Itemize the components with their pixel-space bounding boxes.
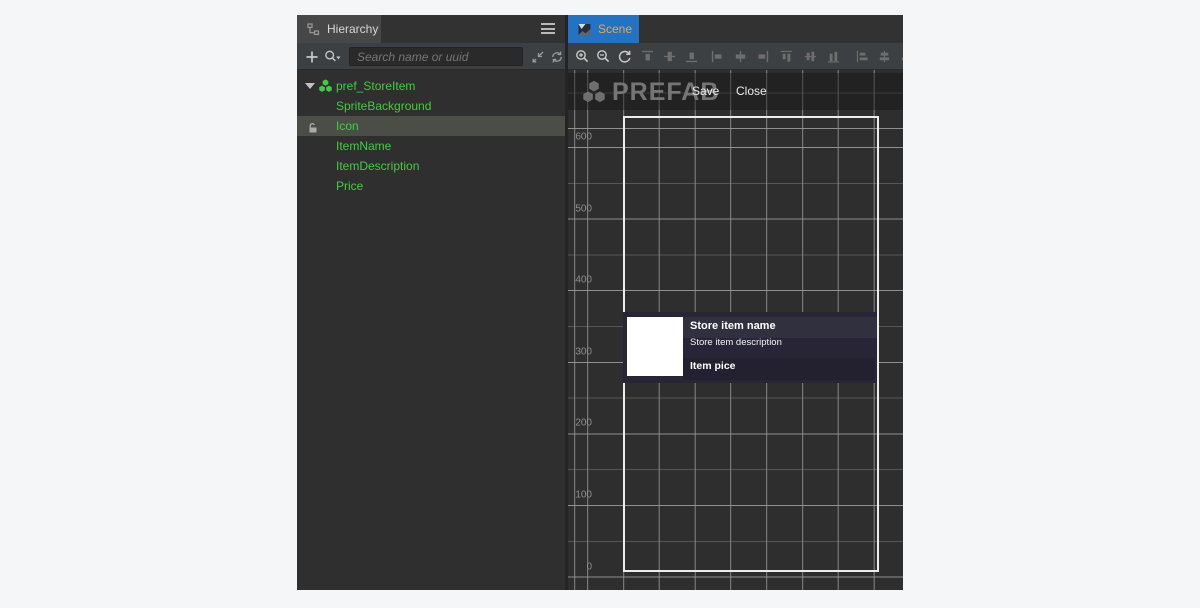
distribute-vertical-center-icon[interactable] (802, 48, 819, 65)
ruler-label-300: 300 (570, 346, 592, 357)
scene-image-icon (578, 23, 591, 36)
distribute-top-icon[interactable] (778, 48, 795, 65)
tree-node-price[interactable]: Price (297, 176, 565, 196)
tree-node-itemname[interactable]: ItemName (297, 136, 565, 156)
editor-window: Hierarchy pr (297, 15, 903, 590)
tree-node-label: pref_StoreItem (336, 76, 415, 96)
tree-node-label: ItemDescription (336, 156, 419, 176)
align-bottom-icon[interactable] (683, 48, 700, 65)
store-item-description-label[interactable]: Store item description (690, 337, 782, 348)
tree-node-pref-storeitem[interactable]: pref_StoreItem (297, 76, 565, 96)
tree-node-icon[interactable]: Icon (297, 116, 565, 136)
store-item-icon-sprite[interactable] (627, 317, 683, 376)
tree-node-label: Icon (336, 116, 359, 136)
store-item-name-label[interactable]: Store item name (690, 320, 776, 332)
tab-hierarchy[interactable]: Hierarchy (297, 15, 381, 43)
ruler-label-100: 100 (570, 490, 592, 501)
prefab-header-cubes-icon (581, 80, 607, 109)
distribute-right-icon[interactable] (898, 48, 903, 65)
hierarchy-panel: Hierarchy pr (297, 15, 565, 590)
prefab-header-bar: PREFAB Save Close (568, 73, 903, 110)
hierarchy-toolbar (297, 43, 565, 70)
scene-toolbar (568, 43, 903, 70)
align-top-icon[interactable] (639, 48, 656, 65)
distribute-left-icon[interactable] (854, 48, 871, 65)
align-vertical-center-icon[interactable] (661, 48, 678, 65)
add-node-button[interactable] (303, 48, 320, 65)
ruler-label-500: 500 (570, 203, 592, 214)
panel-menu-icon[interactable] (541, 23, 555, 35)
expand-collapse-icon[interactable] (305, 83, 315, 89)
zoom-out-icon[interactable] (595, 48, 612, 65)
refresh-icon[interactable] (548, 48, 565, 65)
scene-panel: Scene (568, 15, 903, 590)
store-item-price-label[interactable]: Item pice (690, 360, 736, 372)
align-horizontal-center-icon[interactable] (732, 48, 749, 65)
ruler-label-0: 0 (570, 561, 592, 572)
collapse-all-icon[interactable] (529, 48, 546, 65)
hierarchy-tree: pref_StoreItem SpriteBackground Icon Ite… (297, 70, 565, 590)
reset-view-icon[interactable] (616, 48, 633, 65)
scene-viewport[interactable]: PREFAB Save Close 600 500 400 300 200 10… (568, 70, 903, 590)
tree-node-label: SpriteBackground (336, 96, 431, 116)
tab-scene[interactable]: Scene (568, 15, 639, 43)
align-right-icon[interactable] (754, 48, 771, 65)
hierarchy-tab-label: Hierarchy (327, 22, 378, 36)
ruler-label-200: 200 (570, 418, 592, 429)
align-left-icon[interactable] (709, 48, 726, 65)
tree-node-spritebackground[interactable]: SpriteBackground (297, 96, 565, 116)
ruler-label-400: 400 (570, 275, 592, 286)
distribute-horizontal-center-icon[interactable] (876, 48, 893, 65)
ruler-label-600: 600 (570, 132, 592, 143)
search-input[interactable] (349, 47, 523, 66)
close-button[interactable]: Close (730, 73, 773, 110)
scene-tab-label: Scene (598, 22, 632, 36)
tree-node-itemdescription[interactable]: ItemDescription (297, 156, 565, 176)
tree-node-label: Price (336, 176, 363, 196)
scene-tabbar: Scene (568, 15, 903, 43)
zoom-in-icon[interactable] (574, 48, 591, 65)
hierarchy-tabbar: Hierarchy (297, 15, 565, 43)
search-filter-icon[interactable] (324, 48, 341, 65)
distribute-bottom-icon[interactable] (825, 48, 842, 65)
tree-node-label: ItemName (336, 136, 391, 156)
hierarchy-tree-icon (307, 23, 320, 36)
save-button[interactable]: Save (686, 73, 725, 110)
